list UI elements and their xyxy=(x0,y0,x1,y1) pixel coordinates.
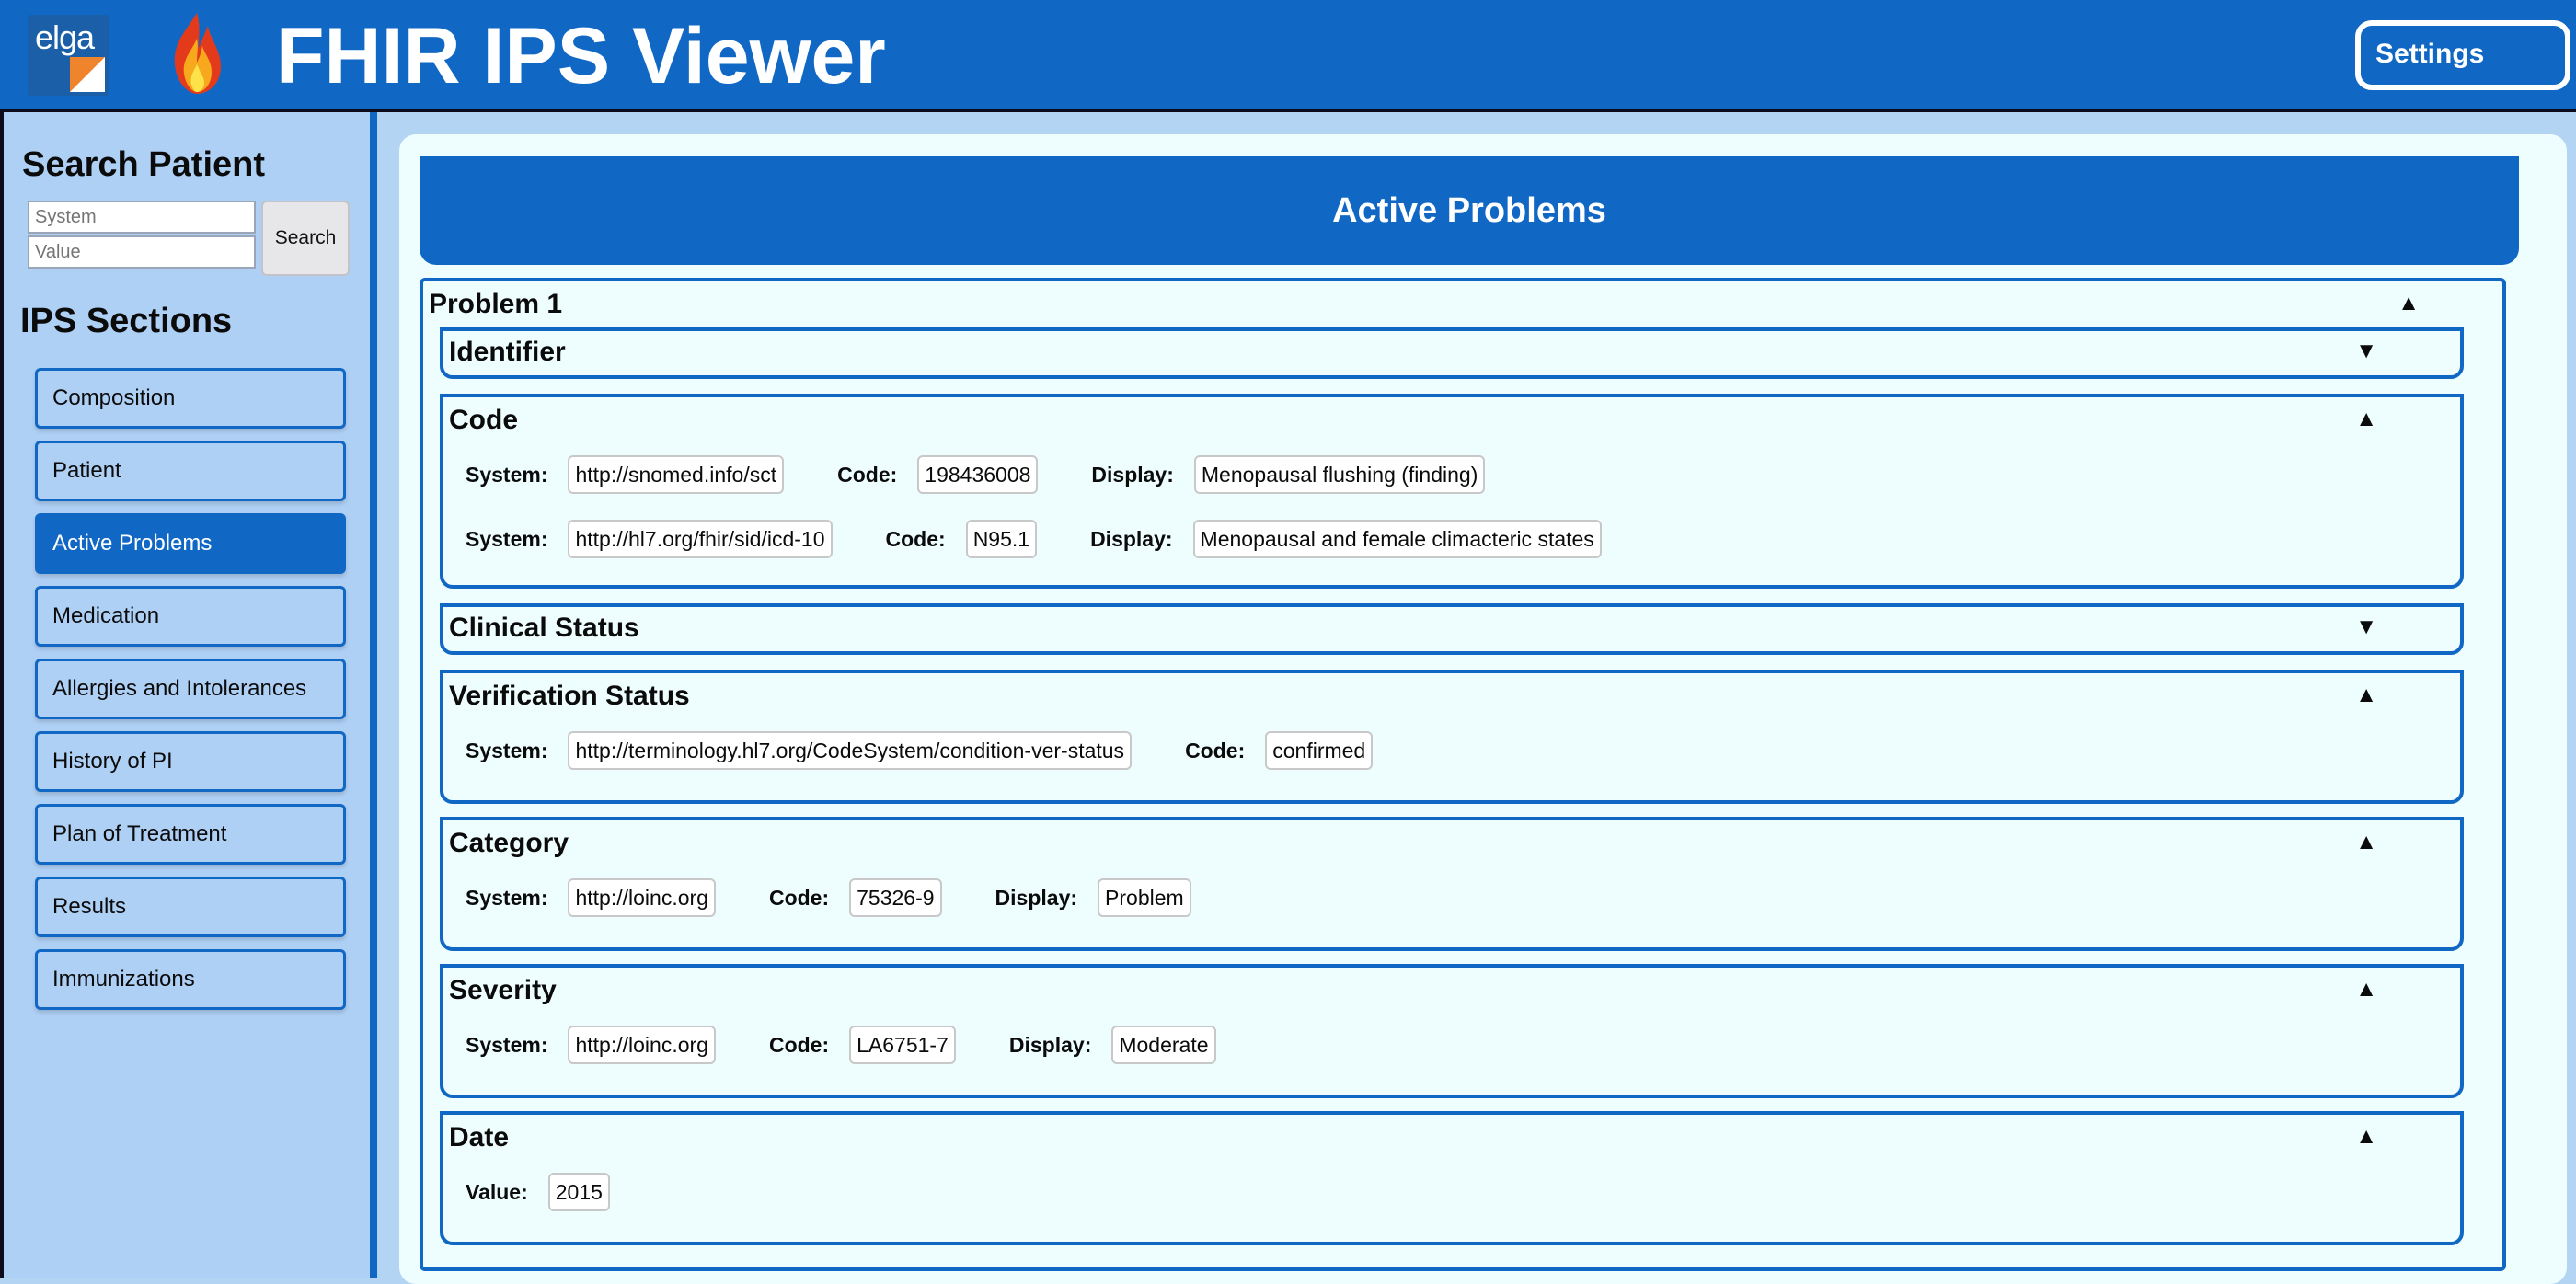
display-label: Display: xyxy=(1091,462,1174,487)
problem-card: Problem 1 ▲ Identifier ▼ Code ▲ System: … xyxy=(420,278,2506,1271)
code-label: Code: xyxy=(837,462,898,487)
elga-logo-corner xyxy=(70,57,105,92)
collapse-caret-icon[interactable]: ▲ xyxy=(2355,977,2377,1003)
search-patient-heading: Search Patient xyxy=(22,145,265,184)
ips-sections-heading: IPS Sections xyxy=(20,302,233,340)
sidebar-item-plan-of-treatment[interactable]: Plan of Treatment xyxy=(35,804,346,865)
system-label: System: xyxy=(466,462,548,487)
system-value: http://loinc.org xyxy=(568,878,716,917)
collapse-caret-icon[interactable]: ▲ xyxy=(2355,682,2377,708)
app-title: FHIR IPS Viewer xyxy=(276,12,886,100)
system-value: http://terminology.hl7.org/CodeSystem/co… xyxy=(568,731,1133,770)
display-value: Menopausal and female climacteric states xyxy=(1192,520,1602,558)
date-title: Date xyxy=(449,1122,510,1152)
fhir-flame-icon xyxy=(174,13,221,94)
value-label: Value: xyxy=(466,1179,528,1204)
code-value: 75326-9 xyxy=(849,878,942,917)
collapse-caret-icon[interactable]: ▲ xyxy=(2355,830,2377,855)
sidebar: Search Patient Search IPS Sections Compo… xyxy=(0,112,377,1278)
clinical-status-title: Clinical Status xyxy=(449,613,639,643)
display-value: Problem xyxy=(1098,878,1191,917)
sidebar-item-history-of-pi[interactable]: History of PI xyxy=(35,731,346,792)
severity-section: Severity ▲ System: http://loinc.org Code… xyxy=(440,964,2464,1098)
app-header: elga FHIR IPS Viewer Settings xyxy=(0,0,2576,112)
system-value: http://hl7.org/fhir/sid/icd-10 xyxy=(568,520,833,558)
coding-row: System: http://loinc.org Code: 75326-9 D… xyxy=(466,877,1191,918)
system-input[interactable] xyxy=(28,201,256,234)
system-value: http://snomed.info/sct xyxy=(568,455,785,494)
code-label: Code: xyxy=(885,526,946,551)
code-section: Code ▲ System: http://snomed.info/sct Co… xyxy=(440,394,2464,589)
display-label: Display: xyxy=(1008,1032,1092,1057)
date-row: Value: 2015 xyxy=(466,1172,610,1212)
sidebar-item-immunizations[interactable]: Immunizations xyxy=(35,949,346,1010)
code-value: N95.1 xyxy=(965,520,1038,558)
code-title: Code xyxy=(449,405,518,435)
ips-sections-nav: Composition Patient Active Problems Medi… xyxy=(35,368,346,1022)
display-value: Menopausal flushing (finding) xyxy=(1193,455,1486,494)
identifier-title: Identifier xyxy=(449,337,566,367)
display-label: Display: xyxy=(995,885,1078,910)
coding-row: System: http://hl7.org/fhir/sid/icd-10 C… xyxy=(466,519,1602,559)
verification-status-title: Verification Status xyxy=(449,681,690,711)
code-label: Code: xyxy=(768,1032,830,1057)
expand-caret-icon[interactable]: ▼ xyxy=(2355,614,2377,640)
section-title: Active Problems xyxy=(420,156,2519,265)
system-value: http://loinc.org xyxy=(568,1026,716,1064)
collapse-caret-icon[interactable]: ▲ xyxy=(2355,1124,2377,1150)
system-label: System: xyxy=(466,526,548,551)
settings-button[interactable]: Settings xyxy=(2355,20,2570,90)
coding-row: System: http://loinc.org Code: LA6751-7 … xyxy=(466,1025,1216,1065)
code-value: LA6751-7 xyxy=(849,1026,956,1064)
elga-logo: elga xyxy=(28,15,109,96)
category-title: Category xyxy=(449,828,569,858)
code-value: confirmed xyxy=(1265,731,1374,770)
system-label: System: xyxy=(466,738,548,762)
display-value: Moderate xyxy=(1111,1026,1216,1064)
system-label: System: xyxy=(466,1032,548,1057)
sidebar-item-medication[interactable]: Medication xyxy=(35,586,346,647)
elga-logo-text: elga xyxy=(35,18,95,56)
main-content: Active Problems Problem 1 ▲ Identifier ▼… xyxy=(377,112,2576,1284)
search-button[interactable]: Search xyxy=(261,201,350,276)
sidebar-item-active-problems[interactable]: Active Problems xyxy=(35,513,346,574)
sidebar-item-composition[interactable]: Composition xyxy=(35,368,346,429)
coding-row: System: http://snomed.info/sct Code: 198… xyxy=(466,454,1486,495)
problem-title: Problem 1 xyxy=(429,289,563,319)
date-section: Date ▲ Value: 2015 xyxy=(440,1111,2464,1245)
system-label: System: xyxy=(466,885,548,910)
expand-caret-icon[interactable]: ▼ xyxy=(2355,338,2377,364)
category-section: Category ▲ System: http://loinc.org Code… xyxy=(440,817,2464,951)
verification-status-section: Verification Status ▲ System: http://ter… xyxy=(440,670,2464,804)
coding-row: System: http://terminology.hl7.org/CodeS… xyxy=(466,730,1374,771)
value-input[interactable] xyxy=(28,235,256,269)
sidebar-item-patient[interactable]: Patient xyxy=(35,441,346,501)
severity-title: Severity xyxy=(449,975,557,1005)
collapse-caret-icon[interactable]: ▲ xyxy=(2398,291,2420,316)
clinical-status-section: Clinical Status ▼ xyxy=(440,603,2464,655)
collapse-caret-icon[interactable]: ▲ xyxy=(2355,407,2377,432)
code-label: Code: xyxy=(1185,738,1246,762)
date-value: 2015 xyxy=(547,1173,610,1211)
code-value: 198436008 xyxy=(917,455,1039,494)
code-label: Code: xyxy=(768,885,830,910)
sidebar-item-allergies[interactable]: Allergies and Intolerances xyxy=(35,659,346,719)
sidebar-item-results[interactable]: Results xyxy=(35,877,346,937)
identifier-section: Identifier ▼ xyxy=(440,327,2464,379)
display-label: Display: xyxy=(1090,526,1173,551)
